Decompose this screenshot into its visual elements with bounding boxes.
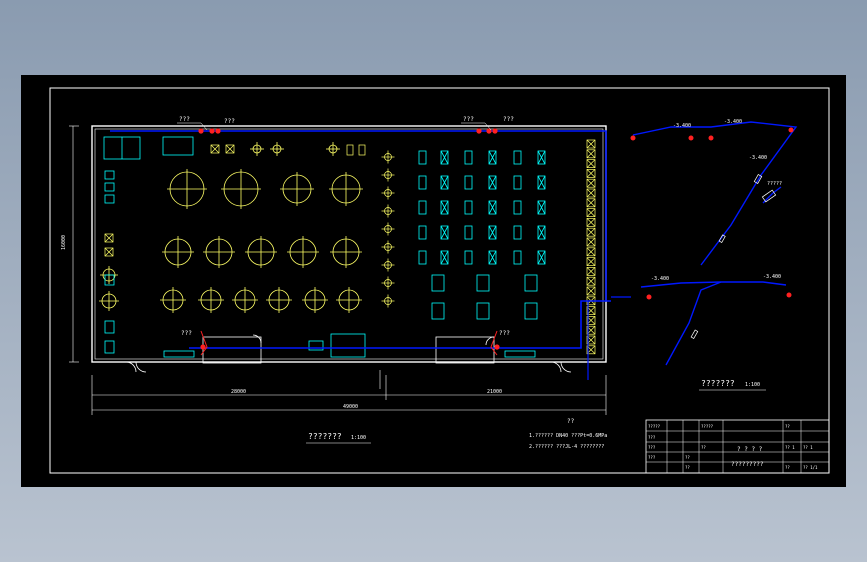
iso-title: ??????? bbox=[701, 379, 735, 388]
valve-label: ??? bbox=[224, 118, 235, 125]
equipment-rect bbox=[464, 225, 473, 240]
dim-left: 28000 bbox=[231, 389, 246, 395]
valve-label: ??? bbox=[463, 116, 474, 123]
equipment-rect bbox=[464, 175, 473, 190]
notes-line: 2.?????? ???JL-4 ???????? bbox=[529, 444, 604, 450]
tb-cell: ?? 1 bbox=[785, 445, 795, 450]
equipment-rect bbox=[513, 150, 522, 165]
equipment-rect bbox=[431, 274, 445, 292]
tb-cell: ?? bbox=[701, 445, 706, 450]
valve-label: ??? bbox=[179, 116, 190, 123]
equipment-rect bbox=[464, 150, 473, 165]
clip bbox=[358, 144, 366, 156]
equipment-rect bbox=[513, 175, 522, 190]
tb-cell: ????? bbox=[701, 424, 714, 429]
building-wall-inner bbox=[94, 128, 604, 360]
instrument-column bbox=[346, 144, 395, 308]
valve-label: ??? bbox=[181, 330, 192, 337]
tb-cell: ??? bbox=[648, 455, 656, 460]
equipment-rect bbox=[524, 302, 538, 320]
tb-cell: ?? bbox=[785, 465, 790, 470]
valve-label: ??? bbox=[503, 116, 514, 123]
equipment-rect bbox=[524, 274, 538, 292]
dimension-lines bbox=[69, 125, 607, 415]
equipment-rect bbox=[476, 274, 490, 292]
notes: ?? 1.?????? DN40 ???Pt=0.6MPa 2.?????? ?… bbox=[529, 418, 607, 450]
dim-right: 21000 bbox=[487, 389, 502, 395]
equipment-rect bbox=[513, 225, 522, 240]
equipment-rect bbox=[464, 250, 473, 265]
equipment-rect bbox=[418, 250, 427, 265]
door-equipment bbox=[104, 274, 536, 358]
cad-drawing: ??? ??? ??? ??? ??? ??? 16000 28000 2100… bbox=[49, 87, 830, 474]
iso-scale: 1:100 bbox=[745, 382, 760, 388]
equipment-rect bbox=[513, 250, 522, 265]
equipment-rect bbox=[431, 302, 445, 320]
tb-cell: ?? 1/1 bbox=[803, 465, 818, 470]
tb-project: ? ? ? ? bbox=[737, 446, 763, 453]
left-equipment bbox=[103, 136, 194, 354]
tb-drawing-name: ????????? bbox=[731, 461, 764, 468]
isometric-diagram: -3.400 -3.400 -3.400 -3.400 ????? -3.400… bbox=[630, 119, 798, 391]
floor-plan: ??? ??? ??? ??? ??? ??? 16000 28000 2100… bbox=[61, 116, 631, 444]
equipment-rect bbox=[418, 175, 427, 190]
building-wall bbox=[91, 125, 607, 363]
equipment-rect bbox=[418, 200, 427, 215]
main-pipe bbox=[110, 130, 611, 302]
iso-label: -3.400 bbox=[724, 119, 742, 125]
clip bbox=[346, 144, 354, 156]
tb-cell: ?? bbox=[785, 424, 790, 429]
drawing-sheet: ??? ??? ??? ??? ??? ??? 16000 28000 2100… bbox=[21, 75, 846, 487]
dim-total: 49000 bbox=[343, 404, 358, 410]
iso-label: -3.400 bbox=[763, 274, 781, 280]
equipment-rect bbox=[464, 200, 473, 215]
equipment-rect bbox=[476, 302, 490, 320]
equipment-rect bbox=[513, 200, 522, 215]
plan-title: ??????? bbox=[308, 432, 342, 441]
valve-label: ??? bbox=[499, 330, 510, 337]
iso-label: -3.400 bbox=[673, 123, 691, 129]
tb-cell: ??? bbox=[648, 445, 656, 450]
drawing-frame bbox=[49, 87, 830, 474]
door-area bbox=[125, 334, 572, 373]
iso-label: ????? bbox=[767, 181, 782, 187]
dim-height: 16000 bbox=[61, 235, 67, 250]
notes-heading: ?? bbox=[567, 418, 575, 425]
equipment-grid bbox=[418, 150, 546, 320]
tank-group bbox=[99, 142, 363, 313]
iso-label: -3.400 bbox=[651, 276, 669, 282]
tb-cell: ?? bbox=[685, 455, 690, 460]
tb-cell: ??? bbox=[648, 435, 656, 440]
plan-scale: 1:100 bbox=[351, 435, 366, 441]
tb-cell: ????? bbox=[648, 424, 661, 429]
equipment-rect bbox=[418, 225, 427, 240]
notes-line: 1.?????? DN40 ???Pt=0.6MPa bbox=[529, 433, 607, 439]
tb-cell: ?? bbox=[685, 465, 690, 470]
tb-cell: ?? 1 bbox=[803, 445, 813, 450]
title-block: ????? ??? ??? ??? ????? ?? ?? ?? ?? ?? 1… bbox=[645, 419, 830, 474]
equipment-rect bbox=[418, 150, 427, 165]
iso-label: -3.400 bbox=[749, 155, 767, 161]
